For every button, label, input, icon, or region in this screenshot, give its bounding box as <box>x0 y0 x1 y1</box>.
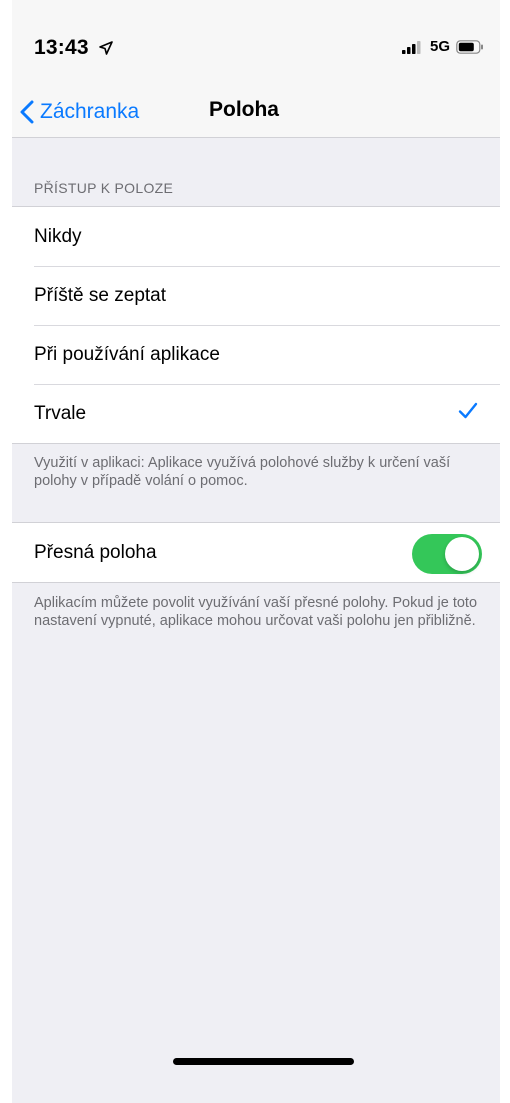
option-label: Nikdy <box>34 225 82 247</box>
home-indicator[interactable] <box>173 1058 354 1065</box>
checkmark-icon <box>458 402 478 419</box>
location-usage-description: Využití v aplikaci: Aplikace využívá pol… <box>34 455 451 489</box>
option-label: Při používání aplikace <box>34 343 220 365</box>
toggle-knob <box>445 537 479 571</box>
precise-location-label: Přesná poloha <box>34 541 157 563</box>
location-arrow-icon <box>98 41 113 56</box>
status-time-text: 13:43 <box>34 36 89 59</box>
status-bar: 13:43 5G <box>12 0 500 88</box>
status-indicators: 5G <box>401 38 484 55</box>
precise-location-row: Přesná poloha <box>12 523 500 582</box>
precise-location-toggle[interactable] <box>412 534 482 574</box>
battery-icon <box>456 39 483 54</box>
signal-bars-icon <box>401 40 421 54</box>
option-never[interactable]: Nikdy <box>12 207 500 266</box>
option-label: Příště se zeptat <box>34 284 167 306</box>
option-always[interactable]: Trvale <box>12 384 500 443</box>
navigation-bar: Záchranka Poloha <box>12 88 500 138</box>
status-time: 13:43 <box>34 36 113 60</box>
precise-location-group: Přesná poloha <box>12 522 500 583</box>
option-label: Trvale <box>34 402 87 424</box>
location-access-options: Nikdy Příště se zeptat Při používání apl… <box>12 206 500 444</box>
option-while-using-app[interactable]: Při používání aplikace <box>12 325 500 384</box>
location-access-header: PŘÍSTUP K POLOZE <box>34 180 174 196</box>
settings-screen: 13:43 5G Záchranka Poloha PŘÍSTUP K POLO… <box>12 0 500 1103</box>
network-type: 5G <box>429 38 450 55</box>
option-ask-next-time[interactable]: Příště se zeptat <box>12 266 500 325</box>
precise-location-description: Aplikacím můžete povolit využívání vaší … <box>34 595 478 629</box>
page-title: Poloha <box>12 98 500 122</box>
page-title-text: Poloha <box>208 98 279 121</box>
